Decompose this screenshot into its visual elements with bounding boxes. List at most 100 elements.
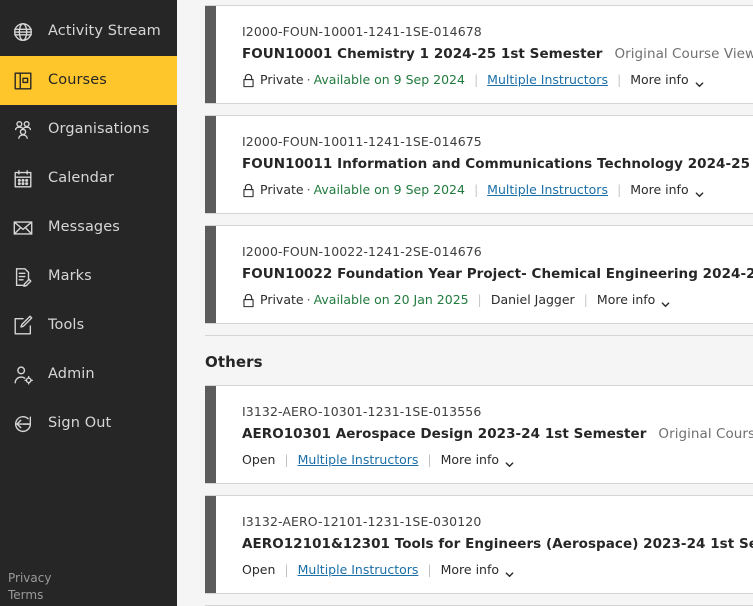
instructors-link[interactable]: Multiple Instructors [298, 451, 419, 469]
meta-pipe-separator: | [427, 452, 432, 467]
course-view-mode-label: Original Course View [614, 46, 753, 62]
sidebar-item-organisations[interactable]: Organisations [0, 105, 177, 154]
sidebar-item-label: Tools [48, 317, 85, 334]
more-info-toggle[interactable]: More info [597, 291, 670, 309]
course-title-link[interactable]: FOUN10022 Foundation Year Project- Chemi… [242, 266, 753, 282]
course-meta-row: Private · Available on 9 Sep 2024 | Multiple… [242, 181, 753, 199]
course-list: I2000-FOUN-10001-1241-1SE-014678 FOUN1000… [205, 0, 753, 606]
course-title-row: FOUN10001 Chemistry 1 2024-25 1st Semest… [242, 44, 753, 65]
more-info-toggle[interactable]: More info [441, 451, 514, 469]
lock-icon [242, 293, 255, 308]
course-card[interactable]: I2000-FOUN-10011-1241-1SE-014675 FOUN1001… [205, 115, 753, 214]
meta-pipe-separator: | [473, 182, 479, 197]
course-privacy-status: Open [242, 562, 276, 577]
more-info-toggle[interactable]: More info [441, 561, 514, 579]
meta-pipe-separator: | [616, 72, 622, 87]
course-title-row: FOUN10011 Information and Communications… [242, 154, 753, 175]
sidebar-item-label: Calendar [48, 170, 115, 187]
course-title-link[interactable]: AERO10301 Aerospace Design 2023-24 1st S… [242, 426, 646, 442]
sidebar-item-list: Activity Stream Courses Organisations Calen… [0, 0, 177, 448]
sidebar-item-admin[interactable]: Admin [0, 350, 177, 399]
course-title-row: AERO12101&12301 Tools for Engineers (Aer… [242, 534, 753, 555]
footer-link-terms[interactable]: Terms [8, 587, 51, 604]
sidebar-item-activity-stream[interactable]: Activity Stream [0, 7, 177, 56]
more-info-label: More info [440, 452, 500, 467]
globe-icon [8, 17, 38, 47]
more-info-toggle[interactable]: More info [630, 181, 703, 199]
course-card-body: I2000-FOUN-10022-1241-2SE-014676 FOUN1002… [216, 226, 753, 323]
sidebar-item-label: Activity Stream [48, 23, 161, 40]
meta-pipe-separator: | [616, 182, 622, 197]
course-title-link[interactable]: FOUN10011 Information and Communications… [242, 156, 753, 172]
meta-dot-separator: · [306, 72, 311, 87]
course-id: I2000-FOUN-10011-1241-1SE-014675 [242, 134, 482, 149]
sidebar-item-marks[interactable]: Marks [0, 252, 177, 301]
instructors-link[interactable]: Multiple Instructors [487, 181, 608, 199]
more-info-label: More info [630, 182, 689, 197]
course-id: I2000-FOUN-10022-1241-2SE-014676 [242, 244, 482, 259]
chevron-down-icon [661, 296, 670, 307]
instructor-name: Daniel Jagger [490, 292, 575, 307]
document-pencil-icon [8, 262, 38, 292]
sidebar-item-label: Organisations [48, 121, 150, 138]
course-id: I3132-AERO-12101-1231-1SE-030120 [242, 514, 482, 529]
course-id: I2000-FOUN-10001-1241-1SE-014678 [242, 24, 482, 39]
course-meta-row: Private · Available on 20 Jan 2025 | Daniel … [242, 291, 753, 309]
sidebar-item-label: Admin [48, 366, 95, 383]
sidebar-item-label: Courses [48, 72, 107, 89]
footer-link-privacy[interactable]: Privacy [8, 570, 51, 587]
sidebar-item-sign-out[interactable]: Sign Out [0, 399, 177, 448]
course-id: I3132-AERO-10301-1231-1SE-013556 [242, 404, 482, 419]
sidebar-item-courses[interactable]: Courses [0, 56, 177, 105]
more-info-label: More info [630, 72, 689, 87]
square-pencil-icon [8, 311, 38, 341]
course-card[interactable]: I2000-FOUN-10022-1241-2SE-014676 FOUN1002… [205, 225, 753, 324]
section-heading: Others [205, 353, 263, 371]
course-privacy-status: Open [242, 452, 276, 467]
chevron-down-icon [505, 566, 514, 577]
course-card-body: I2000-FOUN-10011-1241-1SE-014675 FOUN1001… [216, 116, 753, 213]
course-view-mode-label: Original Course View [658, 426, 753, 442]
course-privacy-status: Private [260, 182, 304, 197]
course-card[interactable]: I3132-AERO-12101-1231-1SE-030120 AERO1210… [205, 495, 753, 594]
main-navigation-sidebar: Activity Stream Courses Organisations Calen… [0, 0, 177, 606]
meta-dot-separator: · [306, 292, 311, 307]
instructors-link[interactable]: Multiple Instructors [298, 561, 419, 579]
course-meta-row: Open | Multiple Instructors | More info [242, 451, 753, 469]
course-meta-row: Open | Multiple Instructors | More info [242, 561, 753, 579]
course-meta-row: Private · Available on 9 Sep 2024 | Multiple… [242, 71, 753, 89]
course-title-row: AERO10301 Aerospace Design 2023-24 1st S… [242, 424, 753, 445]
course-availability-date: Available on 9 Sep 2024 [313, 182, 465, 197]
more-info-label: More info [596, 292, 656, 307]
course-card-accent-bar [205, 386, 216, 483]
lock-icon [242, 183, 255, 198]
sidebar-item-label: Marks [48, 268, 92, 285]
person-gear-icon [8, 360, 38, 390]
course-card-accent-bar [205, 226, 216, 323]
chevron-down-icon [695, 186, 704, 197]
meta-pipe-separator: | [473, 72, 479, 87]
course-privacy-status: Private [260, 72, 304, 87]
course-title-link[interactable]: FOUN10001 Chemistry 1 2024-25 1st Semest… [242, 46, 602, 62]
meta-pipe-separator: | [284, 452, 289, 467]
envelope-icon [8, 213, 38, 243]
instructors-link[interactable]: Multiple Instructors [487, 71, 608, 89]
sidebar-item-tools[interactable]: Tools [0, 301, 177, 350]
chevron-down-icon [695, 76, 704, 87]
chevron-down-icon [505, 456, 514, 467]
more-info-label: More info [440, 562, 500, 577]
course-card-accent-bar [205, 116, 216, 213]
sign-out-icon [8, 409, 38, 439]
lock-icon [242, 73, 255, 88]
course-card[interactable]: I2000-FOUN-10001-1241-1SE-014678 FOUN1000… [205, 5, 753, 104]
sidebar-item-label: Messages [48, 219, 120, 236]
calendar-icon [8, 164, 38, 194]
course-card[interactable]: I3132-AERO-10301-1231-1SE-013556 AERO1030… [205, 385, 753, 484]
course-card-accent-bar [205, 6, 216, 103]
sidebar-item-messages[interactable]: Messages [0, 203, 177, 252]
course-card-body: I3132-AERO-10301-1231-1SE-013556 AERO1030… [216, 386, 753, 483]
meta-pipe-separator: | [583, 292, 588, 307]
course-title-link[interactable]: AERO12101&12301 Tools for Engineers (Aer… [242, 536, 753, 552]
more-info-toggle[interactable]: More info [630, 71, 703, 89]
sidebar-item-calendar[interactable]: Calendar [0, 154, 177, 203]
